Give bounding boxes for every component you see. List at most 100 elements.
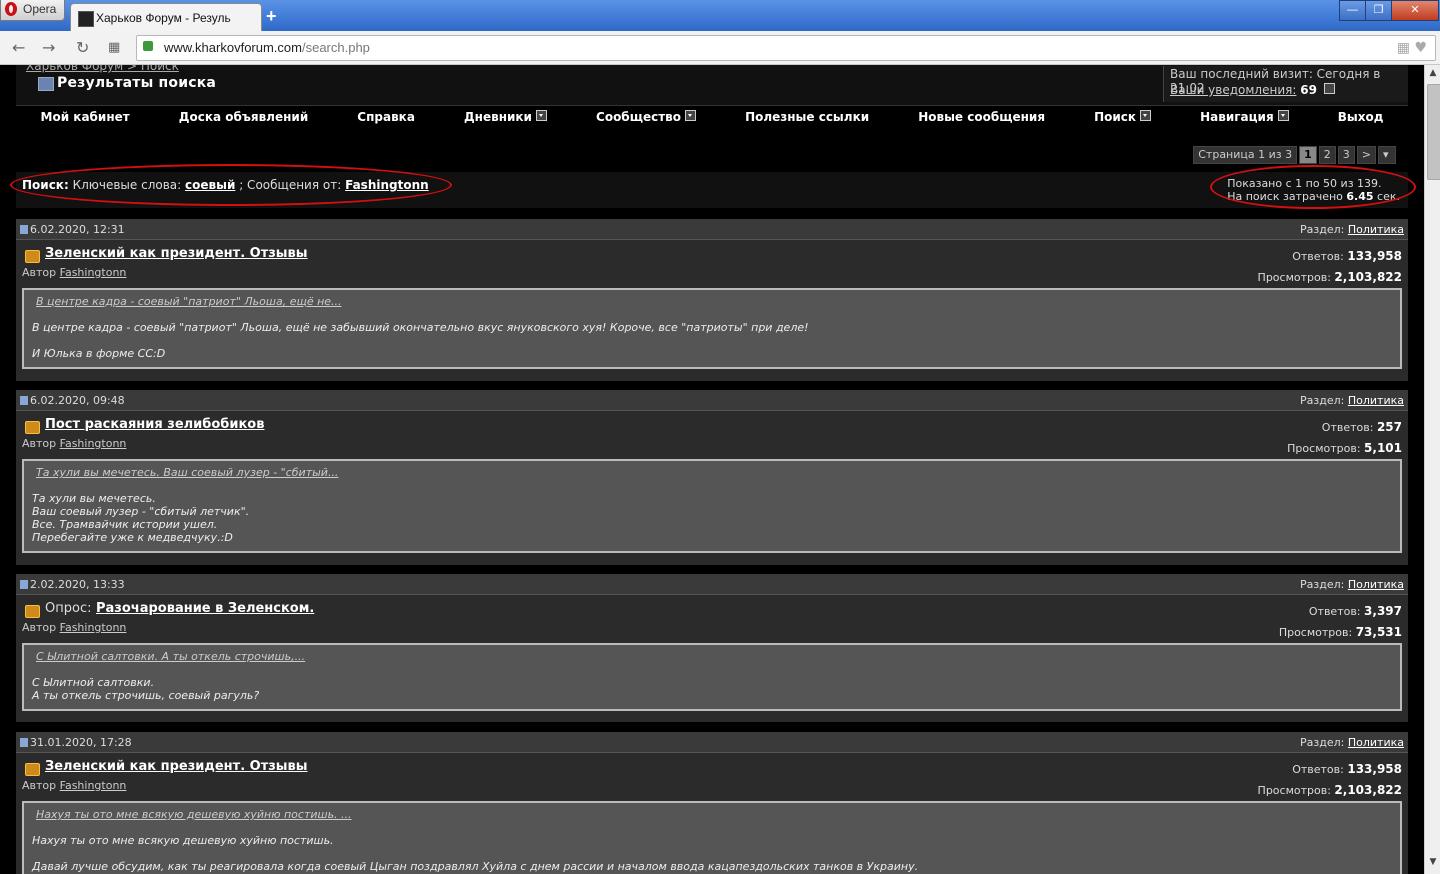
views-value: 5,101 [1364, 441, 1402, 455]
menu-item-cabinet[interactable]: Мой кабинет [41, 110, 130, 124]
section-link[interactable]: Политика [1348, 578, 1404, 591]
next-page[interactable]: > [1356, 146, 1376, 164]
replies-label: Ответов: [1292, 763, 1344, 776]
dropdown-arrow-icon[interactable] [535, 110, 547, 121]
dropdown-arrow-icon[interactable] [685, 110, 696, 121]
url-host: www.kharkovforum.com [164, 40, 302, 55]
menu-item-new-posts[interactable]: Новые сообщения [918, 110, 1045, 124]
menu-label: Новые сообщения [918, 110, 1046, 124]
post-date: 6.02.2020, 09:48 [20, 394, 125, 407]
new-tab-button[interactable]: + [266, 6, 277, 27]
minimize-button[interactable]: — [1339, 0, 1366, 21]
main-menu: Мой кабинет Доска объявлений Справка Дне… [16, 105, 1408, 128]
replies-label: Ответов: [1308, 605, 1361, 618]
post-preview-link[interactable]: С Ылитной салтовки. А ты откель строчишь… [36, 650, 1390, 663]
thread-title-link[interactable]: Пост раскаяния зелибобиков [45, 417, 264, 432]
scrollbar-thumb[interactable] [1427, 84, 1440, 180]
section-link[interactable]: Политика [1348, 736, 1404, 749]
menu-item-diaries[interactable]: Дневники [464, 110, 547, 124]
menu-label: Полезные ссылки [745, 110, 870, 124]
post-date-text: 31.01.2020, 17:28 [30, 736, 132, 749]
address-bar[interactable]: www.kharkovforum.com/search.php ▦ ♥ [136, 35, 1436, 61]
post-preview-link[interactable]: Нахуя ты ото мне всякую дешевую хуйню по… [36, 808, 1390, 821]
menu-label: Справка [357, 110, 415, 124]
thread-stats: Ответов: 257 Просмотров: 5,101 [1287, 417, 1402, 459]
views-stat: Просмотров: 2,103,822 [1258, 267, 1402, 288]
dropdown-arrow-icon[interactable] [1140, 110, 1152, 121]
forum-page: Харьков Форум > Поиск Результаты поиска … [10, 65, 1416, 874]
notifications-link[interactable]: Ваши уведомления: [1170, 83, 1296, 97]
opera-menu-button[interactable]: Opera [0, 0, 65, 21]
section-label: Раздел: [1300, 394, 1345, 407]
menu-label: Дневники [463, 110, 532, 124]
replies-stat: Ответов: 133,958 [1258, 246, 1402, 267]
menu-item-help[interactable]: Справка [357, 110, 415, 124]
hot-thread-icon [25, 250, 40, 263]
reload-icon[interactable]: ↻ [76, 38, 89, 57]
views-value: 73,531 [1355, 625, 1402, 639]
replies-stat: Ответов: 133,958 [1258, 759, 1402, 780]
opera-logo-icon [5, 2, 17, 16]
menu-item-classifieds[interactable]: Доска объявлений [179, 110, 308, 124]
author-link[interactable]: Fashingtonn [60, 266, 127, 279]
vertical-scrollbar[interactable]: ▲ ▼ [1424, 65, 1440, 874]
thread-title-link[interactable]: Зеленский как президент. Отзывы [45, 759, 308, 774]
red-annotation-oval [1210, 165, 1416, 209]
thread-title: Пост раскаяния зелибобиков [45, 417, 264, 432]
menu-item-navigation[interactable]: Навигация [1200, 110, 1289, 124]
maximize-button[interactable]: ❐ [1365, 0, 1392, 21]
section-link[interactable]: Политика [1348, 394, 1404, 407]
thread-title-link[interactable]: Разочарование в Зеленском. [96, 601, 314, 616]
views-label: Просмотров: [1278, 626, 1353, 639]
poll-prefix: Опрос: [45, 601, 92, 616]
post-preview-link[interactable]: Та хули вы мечетесь. Ваш соевый лузер - … [36, 466, 1390, 479]
post-section: Раздел: Политика [1300, 578, 1404, 591]
post-preview-link[interactable]: В центре кадра - соевый "патриот" Льоша,… [36, 295, 1390, 308]
thread-title-link[interactable]: Зеленский как президент. Отзывы [45, 246, 308, 261]
browser-tab[interactable]: Харьков Форум - Резуль [70, 3, 262, 32]
notifications-count: 69 [1300, 83, 1317, 97]
menu-item-useful-links[interactable]: Полезные ссылки [745, 110, 869, 124]
post-preview: Нахуя ты ото мне всякую дешевую хуйню по… [22, 801, 1402, 874]
speed-dial-grid-icon[interactable]: ▦ [108, 40, 120, 55]
pagination-dropdown-icon[interactable]: ▾ [1378, 146, 1396, 164]
menu-item-community[interactable]: Сообщество [596, 110, 696, 124]
author-label: Автор [22, 266, 57, 279]
search-result-post: 2.02.2020, 13:33 Раздел: Политика Опрос:… [16, 574, 1408, 722]
page-viewport: Харьков Форум > Поиск Результаты поиска … [0, 65, 1424, 874]
thread-title: Зеленский как президент. Отзывы [45, 759, 308, 774]
post-date-text: 6.02.2020, 09:48 [30, 394, 125, 407]
post-doc-icon [20, 396, 28, 405]
section-link[interactable]: Политика [1348, 223, 1404, 236]
bookmark-heart-icon[interactable]: ▦ ♥ [1397, 40, 1427, 56]
post-preview-text: Нахуя ты ото мне всякую дешевую хуйню по… [32, 834, 919, 873]
dropdown-arrow-icon[interactable] [1277, 110, 1289, 121]
breadcrumb-path[interactable]: Харьков Форум > Поиск [26, 65, 179, 73]
window-titlebar: Opera Харьков Форум - Резуль + — ❐ ✕ [0, 0, 1440, 32]
menu-item-search[interactable]: Поиск [1094, 110, 1152, 124]
address-url: www.kharkovforum.com/search.php [164, 40, 370, 55]
menu-label: Поиск [1094, 110, 1137, 124]
views-label: Просмотров: [1257, 271, 1331, 284]
post-doc-icon [20, 738, 28, 747]
page-2[interactable]: 2 [1318, 146, 1336, 164]
post-author: Автор Fashingtonn [22, 779, 126, 792]
author-link[interactable]: Fashingtonn [60, 621, 127, 634]
scroll-down-arrow-icon[interactable]: ▼ [1427, 857, 1439, 871]
dropdown-icon[interactable] [1323, 83, 1335, 94]
views-stat: Просмотров: 5,101 [1287, 438, 1402, 459]
pagination-label: Страница 1 из 3 [1193, 146, 1298, 164]
page-3[interactable]: 3 [1337, 146, 1355, 164]
back-arrow-icon[interactable]: ← [12, 38, 25, 57]
scroll-up-arrow-icon[interactable]: ▲ [1427, 68, 1439, 82]
author-link[interactable]: Fashingtonn [60, 779, 127, 792]
pagination: Страница 1 из 3 1 2 3 > ▾ [1193, 146, 1396, 164]
author-label: Автор [22, 621, 57, 634]
page-1[interactable]: 1 [1299, 146, 1317, 164]
menu-item-logout[interactable]: Выход [1338, 110, 1384, 124]
author-link[interactable]: Fashingtonn [60, 437, 127, 450]
author-label: Автор [22, 779, 57, 792]
forward-arrow-icon[interactable]: → [42, 38, 55, 57]
post-author: Автор Fashingtonn [22, 621, 126, 634]
close-window-button[interactable]: ✕ [1391, 0, 1439, 21]
